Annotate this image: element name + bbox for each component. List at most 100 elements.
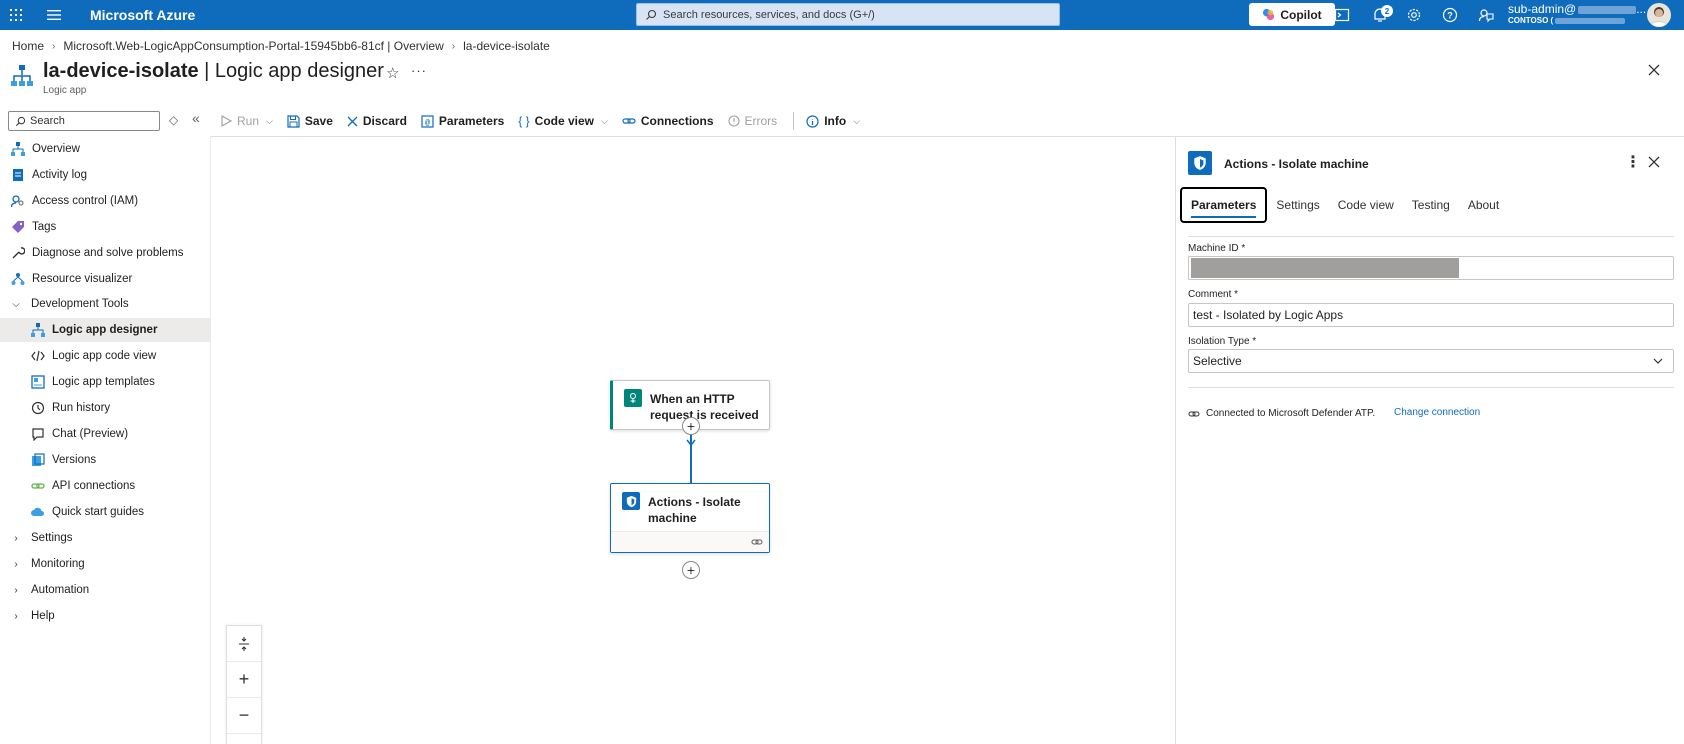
settings-gear-icon[interactable] [1406,7,1422,23]
favorite-star-icon[interactable]: ☆ [386,64,399,82]
feedback-icon[interactable] [1478,7,1494,23]
sidebar-item-run-history[interactable]: Run history [0,396,210,420]
sidebar-item-access-control[interactable]: Access control (IAM) [0,189,210,213]
avatar[interactable] [1647,3,1671,27]
run-button[interactable]: Run ⌵ [220,114,273,128]
sidebar-item-label: Run history [52,402,111,414]
machine-id-field[interactable] [1188,256,1674,280]
zoom-in-button[interactable]: + [227,662,261,698]
collapse-sidebar-icon[interactable]: « [192,110,200,126]
more-options-icon[interactable]: ··· [411,63,427,78]
sidebar-item-label: API connections [52,480,136,492]
sidebar-item-code-view[interactable]: Logic app code view [0,344,210,368]
close-panel-icon[interactable] [1648,156,1660,168]
sidebar-group-development-tools[interactable]: ⌵ Development Tools [0,292,210,316]
tab-code-view[interactable]: Code view [1329,187,1403,223]
help-icon[interactable]: ? [1442,7,1458,23]
sidebar-item-diagnose[interactable]: Diagnose and solve problems [0,241,210,265]
breadcrumb-current[interactable]: la-device-isolate [463,39,550,53]
connection-status-text: Connected to Microsoft Defender ATP. [1206,408,1376,419]
connections-button[interactable]: Connections [622,114,714,128]
sidebar-item-label: Logic app templates [52,376,155,388]
comment-field[interactable]: test - Isolated by Logic Apps [1188,303,1674,327]
logic-app-icon [11,65,33,86]
panel-title: Actions - Isolate machine [1224,157,1369,171]
sidebar-item-activity-log[interactable]: Activity log [0,163,210,187]
insert-step-button[interactable]: + [682,417,700,435]
sidebar-item-resource-visualizer[interactable]: Resource visualizer [0,267,210,291]
sidebar-search-input[interactable]: Search [8,111,160,131]
sidebar-item-label: Resource visualizer [32,273,133,285]
action-card-isolate-machine[interactable]: Actions - Isolate machine [610,483,770,553]
chevron-right-icon: › [14,610,18,622]
global-search-input[interactable]: Search resources, services, and docs (G+… [636,3,1060,26]
trigger-card-title: When an HTTP request is received [650,392,759,422]
copilot-button[interactable]: Copilot [1249,3,1335,26]
menu-icon[interactable] [46,8,62,22]
isolation-type-label: Isolation Type * [1188,336,1257,347]
app-launcher-icon[interactable] [8,7,24,23]
sidebar-item-label: Monitoring [31,558,85,570]
fit-to-view-button[interactable] [227,626,261,662]
sidebar-item-templates[interactable]: Logic app templates [0,370,210,394]
redacted-tenant [1555,17,1626,24]
wrench-icon [11,246,25,260]
breadcrumb-home[interactable]: Home [12,39,44,53]
sidebar-item-chat[interactable]: Chat (Preview) [0,422,210,446]
global-search-placeholder: Search resources, services, and docs (G+… [663,8,875,21]
cloud-icon [31,505,45,519]
close-icon [347,116,358,126]
breadcrumb-resource-group[interactable]: Microsoft.Web-LogicAppConsumption-Portal… [63,39,443,53]
tag-icon [11,220,25,234]
designer-icon [31,323,45,337]
tab-about[interactable]: About [1459,187,1508,223]
versions-icon [31,453,45,467]
sidebar-item-label: Chat (Preview) [52,428,129,440]
sidebar-filter-icon[interactable]: ◇ [169,113,178,127]
discard-button[interactable]: Discard [347,114,407,128]
sidebar-group-automation[interactable]: › Automation [0,578,210,602]
sidebar-item-quick-start[interactable]: Quick start guides [0,500,210,524]
close-icon[interactable] [1647,63,1661,77]
sidebar-item-overview[interactable]: Overview [0,137,210,161]
panel-more-options-icon[interactable]: ⋮ [1625,152,1641,172]
chevron-down-icon: ⌵ [266,115,273,126]
defender-shield-icon [1188,151,1212,175]
sidebar-group-monitoring[interactable]: › Monitoring [0,552,210,576]
change-connection-link[interactable]: Change connection [1394,407,1480,418]
tab-testing[interactable]: Testing [1403,187,1459,223]
minus-icon: − [238,705,250,725]
tab-parameters[interactable]: Parameters [1180,187,1268,223]
isolation-type-dropdown[interactable]: Selective [1188,349,1674,373]
info-button[interactable]: Info ⌵ [806,114,860,128]
sidebar-item-api-connections[interactable]: API connections [0,474,210,498]
sidebar-item-tags[interactable]: Tags [0,215,210,239]
page-title-section: | Logic app designer [198,60,384,82]
save-icon [287,114,300,128]
sidebar-item-versions[interactable]: Versions [0,448,210,472]
sidebar-item-label: Help [31,610,55,622]
zoom-out-button[interactable]: − [227,698,261,734]
parameters-button[interactable]: @ Parameters [421,114,504,128]
parameters-label: Parameters [438,114,505,128]
tab-settings[interactable]: Settings [1267,187,1328,223]
sidebar-group-help[interactable]: › Help [0,604,210,628]
redacted-user-name [1578,5,1637,14]
designer-canvas[interactable]: When an HTTP request is received + Actio… [211,137,1175,744]
machine-id-label: Machine ID * [1188,243,1246,254]
user-account-menu[interactable]: sub-admin@... CONTOSO ( [1508,3,1646,27]
add-step-button[interactable]: + [682,561,700,579]
comment-label: Comment * [1188,289,1239,300]
code-view-button[interactable]: { } Code view ⌵ [518,114,608,128]
http-request-icon [624,389,642,407]
connections-label: Connections [640,114,714,128]
sidebar-group-settings[interactable]: › Settings [0,526,210,550]
errors-button[interactable]: Errors [727,114,777,128]
code-icon [31,349,45,363]
save-button[interactable]: Save [287,114,333,128]
cloud-shell-icon[interactable] [1334,7,1350,23]
sidebar-item-logic-app-designer[interactable]: Logic app designer [0,318,210,342]
brand-label[interactable]: Microsoft Azure [90,7,195,23]
chevron-right-icon: › [14,532,18,544]
sidebar-item-label: Activity log [32,169,87,181]
